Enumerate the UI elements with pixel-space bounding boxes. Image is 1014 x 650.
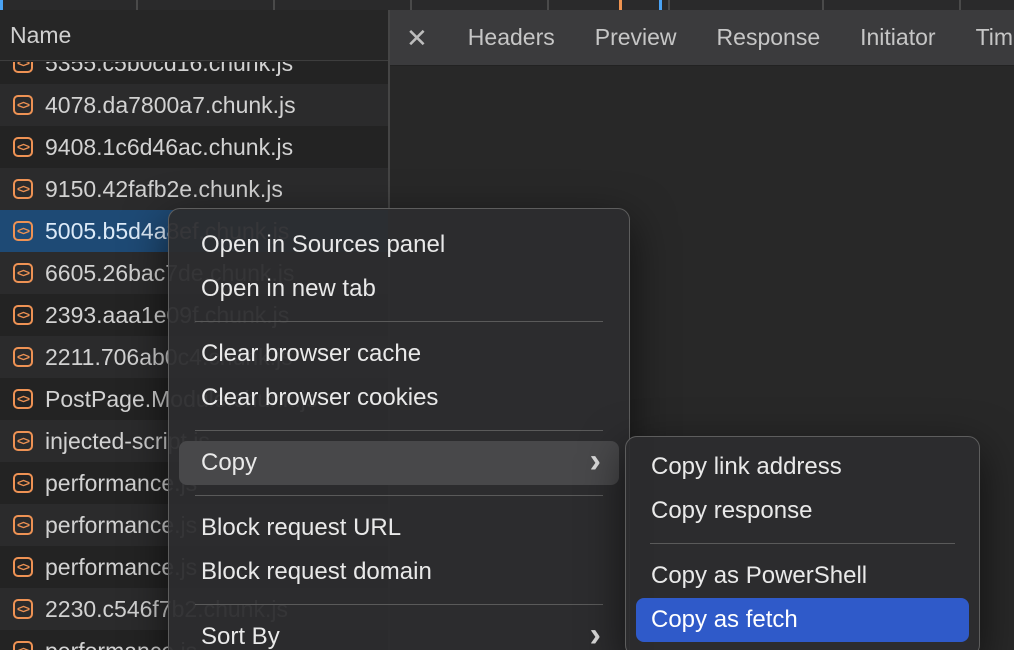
network-row[interactable]: <> 4078.da7800a7.chunk.js xyxy=(0,84,388,126)
script-file-icon: <> xyxy=(13,431,33,451)
copy-submenu: Copy link address Copy response Copy as … xyxy=(625,436,980,650)
name-column-header[interactable]: Name xyxy=(0,10,388,61)
menu-separator xyxy=(195,604,603,605)
network-row[interactable]: <> 9150.42fafb2e.chunk.js xyxy=(0,168,388,210)
menu-item-open-in-sources[interactable]: Open in Sources panel xyxy=(179,223,619,267)
overview-request-marker xyxy=(659,0,662,10)
menu-item-label: Copy xyxy=(201,449,257,477)
network-row[interactable]: <> 5355.c5b0cd16.chunk.js xyxy=(0,62,388,84)
request-name: 4078.da7800a7.chunk.js xyxy=(45,92,296,119)
menu-item-label: Sort By xyxy=(201,623,280,650)
name-column-label: Name xyxy=(10,22,71,49)
script-file-icon: <> xyxy=(13,347,33,367)
overview-divider xyxy=(822,0,824,10)
overview-divider xyxy=(136,0,138,10)
script-file-icon: <> xyxy=(13,515,33,535)
script-file-icon: <> xyxy=(13,263,33,283)
request-name: 9150.42fafb2e.chunk.js xyxy=(45,176,283,203)
menu-item-label: Copy response xyxy=(651,497,812,525)
tab-headers[interactable]: Headers xyxy=(468,24,555,51)
menu-item-label: Clear browser cache xyxy=(201,340,421,368)
menu-item-copy-response[interactable]: Copy response xyxy=(636,489,969,533)
tab-timing[interactable]: Timing xyxy=(976,24,1014,51)
menu-item-block-request-domain[interactable]: Block request domain xyxy=(179,550,619,594)
menu-separator xyxy=(195,321,603,322)
overview-request-marker xyxy=(619,0,622,10)
menu-item-label: Clear browser cookies xyxy=(201,384,438,412)
menu-item-block-request-url[interactable]: Block request URL xyxy=(179,506,619,550)
details-tab-bar: ✕ Headers Preview Response Initiator Tim… xyxy=(390,10,1014,66)
script-file-icon: <> xyxy=(13,305,33,325)
menu-item-label: Block request URL xyxy=(201,514,401,542)
menu-item-label: Copy as PowerShell xyxy=(651,562,867,590)
script-file-icon: <> xyxy=(13,389,33,409)
script-file-icon: <> xyxy=(13,95,33,115)
script-file-icon: <> xyxy=(13,557,33,577)
menu-item-sort-by[interactable]: Sort By › xyxy=(179,615,619,650)
menu-item-copy-as-fetch[interactable]: Copy as fetch xyxy=(636,598,969,642)
overview-divider xyxy=(547,0,549,10)
devtools-network-panel: Name <> 5355.c5b0cd16.chunk.js <> 4078.d… xyxy=(0,0,1014,650)
menu-item-label: Copy as fetch xyxy=(651,606,798,634)
network-row[interactable]: <> 9408.1c6d46ac.chunk.js xyxy=(0,126,388,168)
tab-response[interactable]: Response xyxy=(717,24,821,51)
script-file-icon: <> xyxy=(13,179,33,199)
script-file-icon: <> xyxy=(13,221,33,241)
menu-item-label: Open in new tab xyxy=(201,275,376,303)
menu-item-open-in-new-tab[interactable]: Open in new tab xyxy=(179,267,619,311)
menu-item-label: Copy link address xyxy=(651,453,842,481)
script-file-icon: <> xyxy=(13,473,33,493)
request-name: 9408.1c6d46ac.chunk.js xyxy=(45,134,293,161)
context-menu: Open in Sources panel Open in new tab Cl… xyxy=(168,208,630,650)
menu-separator xyxy=(650,543,955,544)
menu-separator xyxy=(195,430,603,431)
menu-item-copy-as-powershell[interactable]: Copy as PowerShell xyxy=(636,554,969,598)
menu-item-clear-browser-cookies[interactable]: Clear browser cookies xyxy=(179,376,619,420)
close-icon[interactable]: ✕ xyxy=(406,25,428,51)
menu-item-copy[interactable]: Copy › xyxy=(179,441,619,485)
script-file-icon: <> xyxy=(13,137,33,157)
tab-preview[interactable]: Preview xyxy=(595,24,677,51)
overview-divider xyxy=(410,0,412,10)
overview-divider xyxy=(668,0,670,10)
request-name: 5355.c5b0cd16.chunk.js xyxy=(45,62,293,77)
menu-item-clear-browser-cache[interactable]: Clear browser cache xyxy=(179,332,619,376)
submenu-chevron-icon: › xyxy=(590,444,601,478)
script-file-icon: <> xyxy=(13,641,33,650)
overview-divider xyxy=(273,0,275,10)
menu-item-label: Open in Sources panel xyxy=(201,231,445,259)
menu-separator xyxy=(195,495,603,496)
script-file-icon: <> xyxy=(13,599,33,619)
submenu-chevron-icon: › xyxy=(590,618,601,650)
script-file-icon: <> xyxy=(13,62,33,73)
menu-item-copy-link-address[interactable]: Copy link address xyxy=(636,445,969,489)
overview-request-marker xyxy=(0,0,3,10)
menu-item-label: Block request domain xyxy=(201,558,432,586)
overview-divider xyxy=(959,0,961,10)
tab-initiator[interactable]: Initiator xyxy=(860,24,935,51)
